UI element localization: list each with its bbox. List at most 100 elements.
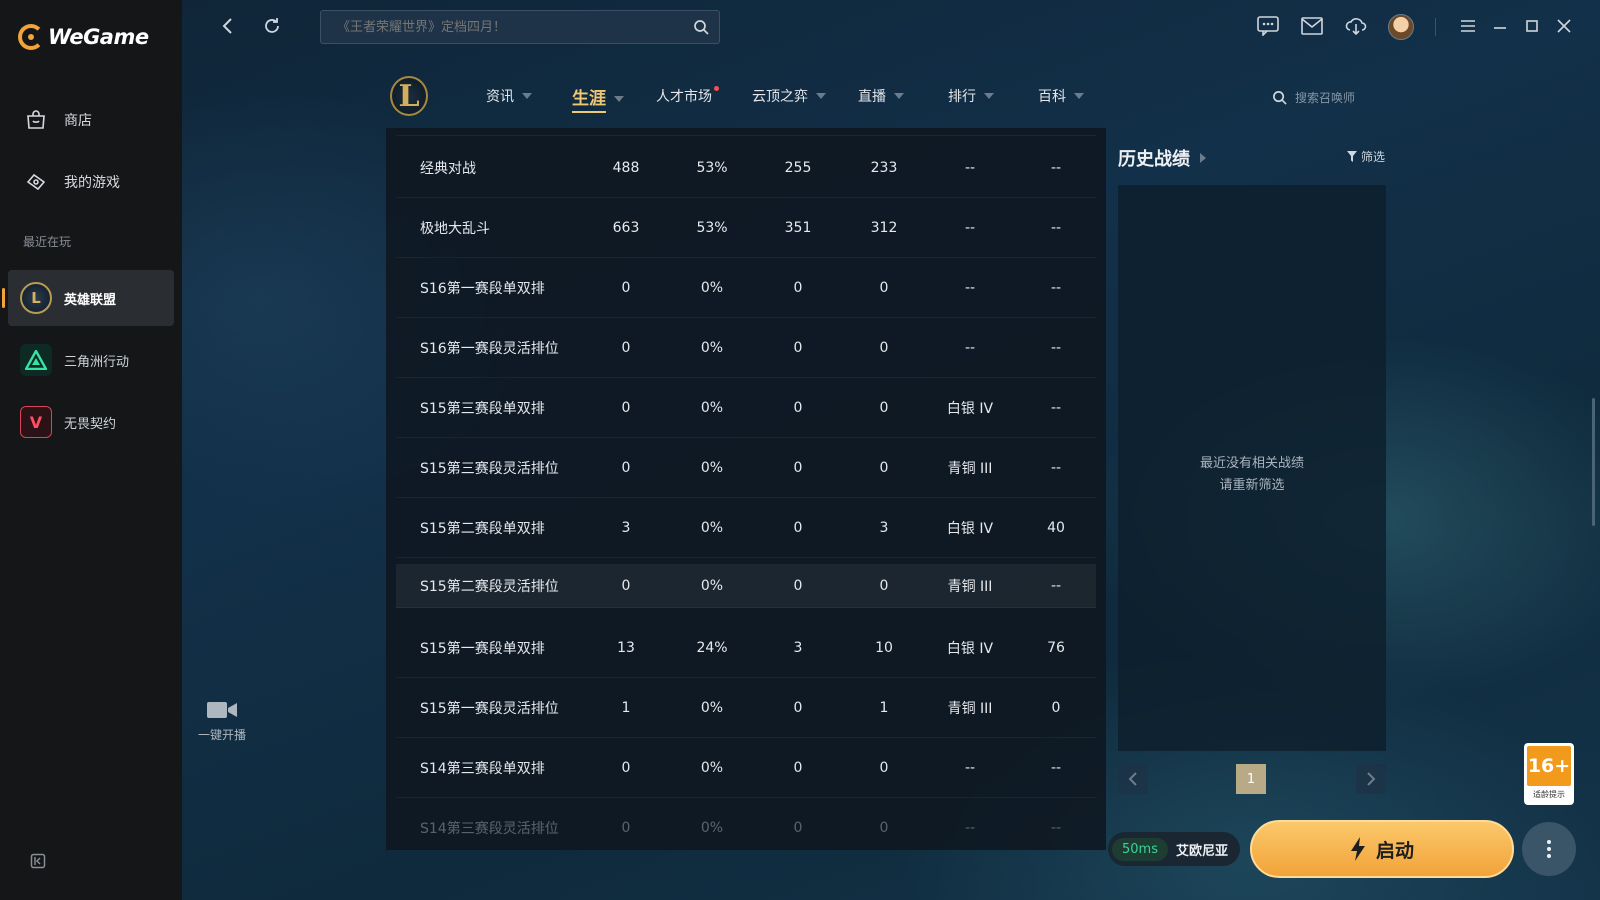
age-rating-badge[interactable]: 16+ 适龄提示 (1524, 743, 1574, 805)
ping-value: 50ms (1112, 837, 1168, 861)
lol-logo-icon[interactable]: L (390, 76, 428, 116)
search-box[interactable] (320, 10, 720, 44)
collapse-sidebar-icon[interactable] (30, 853, 46, 869)
tab-live[interactable]: 直播 (858, 86, 904, 106)
table-row[interactable]: S16第一赛段单双排 0 0% 0 0 -- -- (396, 258, 1096, 318)
table-cell-wins: 0 (793, 819, 803, 836)
next-page-button[interactable] (1356, 764, 1386, 794)
tab-label: 直播 (858, 89, 886, 105)
table-cell-mode: S14第三赛段单双排 (420, 760, 545, 777)
table-cell-wins: 255 (784, 159, 812, 176)
filter-button[interactable]: 筛选 (1347, 148, 1385, 165)
table-cell-wins: 0 (793, 279, 803, 296)
search-icon[interactable] (693, 19, 709, 39)
back-icon[interactable] (216, 14, 240, 38)
more-options-button[interactable] (1522, 822, 1576, 876)
wegame-logo[interactable]: WeGame (18, 24, 149, 50)
sidebar-game-delta-force[interactable]: 三角洲行动 (8, 332, 174, 388)
table-row[interactable]: S14第三赛段灵活排位 0 0% 0 0 -- -- (396, 798, 1096, 850)
table-cell-losses: 233 (870, 159, 898, 176)
table-cell-mode: S15第三赛段单双排 (420, 400, 545, 417)
table-row[interactable]: S15第一赛段灵活排位 1 0% 0 1 青铜 III 0 (396, 678, 1096, 738)
message-icon[interactable] (1256, 14, 1280, 38)
tab-label: 人才市场 (656, 89, 712, 105)
page-1-button[interactable]: 1 (1236, 764, 1266, 794)
table-cell-winrate: 0% (700, 759, 724, 776)
search-input[interactable] (321, 11, 719, 43)
chevron-right-icon (1367, 772, 1376, 786)
table-row[interactable]: 极地大乱斗 663 53% 351 312 -- -- (396, 198, 1096, 258)
game-label: 无畏契约 (64, 416, 117, 432)
chevron-down-icon (894, 93, 904, 99)
table-cell-points: 76 (1047, 639, 1065, 656)
avatar[interactable] (1388, 14, 1414, 40)
table-row[interactable]: S14第三赛段单双排 0 0% 0 0 -- -- (396, 738, 1096, 798)
tab-news[interactable]: 资讯 (486, 86, 532, 106)
sidebar-game-lol[interactable]: L 英雄联盟 (2, 270, 174, 326)
table-cell-points: -- (1050, 339, 1062, 356)
table-row[interactable]: S15第三赛段单双排 0 0% 0 0 白银 IV -- (396, 378, 1096, 438)
maximize-icon[interactable] (1520, 14, 1544, 38)
recent-label: 最近在玩 (23, 235, 72, 249)
tab-rankings[interactable]: 排行 (948, 86, 994, 106)
table-row[interactable]: S15第二赛段单双排 3 0% 0 3 白银 IV 40 (396, 498, 1096, 558)
prev-page-button[interactable] (1118, 764, 1148, 794)
lightning-icon (1350, 837, 1365, 861)
table-row[interactable]: S15第一赛段单双排 13 24% 3 10 白银 IV 76 (396, 618, 1096, 678)
table-cell-winrate: 0% (700, 279, 724, 296)
table-cell-games: 0 (621, 759, 631, 776)
table-cell-points: 0 (1051, 699, 1061, 716)
download-icon[interactable] (1344, 14, 1368, 38)
close-icon[interactable] (1552, 14, 1576, 38)
chevron-down-icon (1074, 93, 1084, 99)
table-cell-losses: 0 (879, 577, 889, 594)
table-cell-losses: 0 (879, 459, 889, 476)
tab-talent-market[interactable]: 人才市场 (656, 85, 719, 106)
mail-icon[interactable] (1300, 14, 1324, 38)
notification-dot (714, 85, 719, 91)
history-title-text: 历史战绩 (1118, 149, 1190, 170)
table-cell-rank: -- (964, 279, 976, 296)
table-cell-winrate: 0% (700, 459, 724, 476)
table-header (396, 128, 1096, 136)
tab-career[interactable]: 生涯 (572, 84, 624, 113)
tab-tft[interactable]: 云顶之弈 (752, 86, 826, 106)
table-cell-mode: 极地大乱斗 (420, 220, 490, 237)
table-row[interactable]: S16第一赛段灵活排位 0 0% 0 0 -- -- (396, 318, 1096, 378)
table-cell-losses: 0 (879, 279, 889, 296)
table-cell-losses: 3 (879, 519, 889, 536)
table-cell-games: 1 (621, 699, 631, 716)
one-click-live-button[interactable]: 一键开播 (190, 700, 254, 743)
tab-wiki[interactable]: 百科 (1038, 86, 1084, 106)
valorant-icon: V (20, 406, 52, 438)
age-rating-value: 16+ (1527, 746, 1571, 786)
sidebar-game-valorant[interactable]: V 无畏契约 (8, 394, 174, 450)
table-cell-winrate: 0% (700, 399, 724, 416)
table-cell-mode: S15第一赛段单双排 (420, 640, 545, 657)
history-title[interactable]: 历史战绩 (1118, 145, 1206, 171)
tab-label: 生涯 (572, 84, 606, 113)
table-cell-points: -- (1050, 577, 1062, 594)
refresh-icon[interactable] (260, 14, 284, 38)
table-cell-wins: 3 (793, 639, 803, 656)
table-cell-points: -- (1050, 819, 1062, 836)
scrollbar[interactable] (1592, 398, 1595, 526)
sidebar-item-store[interactable]: 商店 (24, 108, 92, 132)
menu-icon[interactable] (1456, 14, 1480, 38)
table-row[interactable]: S15第二赛段灵活排位 0 0% 0 0 青铜 III -- (396, 564, 1096, 608)
store-icon (27, 110, 45, 129)
summoner-search-placeholder: 搜索召唤师 (1295, 91, 1356, 105)
live-label: 一键开播 (197, 728, 246, 742)
summoner-search[interactable]: 搜索召唤师 (1272, 89, 1355, 106)
table-row[interactable]: S15第三赛段灵活排位 0 0% 0 0 青铜 III -- (396, 438, 1096, 498)
server-selector[interactable]: 50ms 艾欧尼亚 (1108, 832, 1240, 866)
chevron-down-icon (614, 95, 624, 102)
sidebar-item-my-games[interactable]: 我的游戏 (24, 170, 120, 194)
tab-label: 资讯 (486, 89, 514, 105)
start-button[interactable]: 启动 (1250, 820, 1514, 878)
table-cell-mode: S15第二赛段单双排 (420, 520, 545, 537)
age-rating-caption: 适龄提示 (1533, 790, 1565, 799)
minimize-icon[interactable] (1488, 14, 1512, 38)
table-cell-mode: S16第一赛段单双排 (420, 280, 545, 297)
table-row[interactable]: 经典对战 488 53% 255 233 -- -- (396, 138, 1096, 198)
